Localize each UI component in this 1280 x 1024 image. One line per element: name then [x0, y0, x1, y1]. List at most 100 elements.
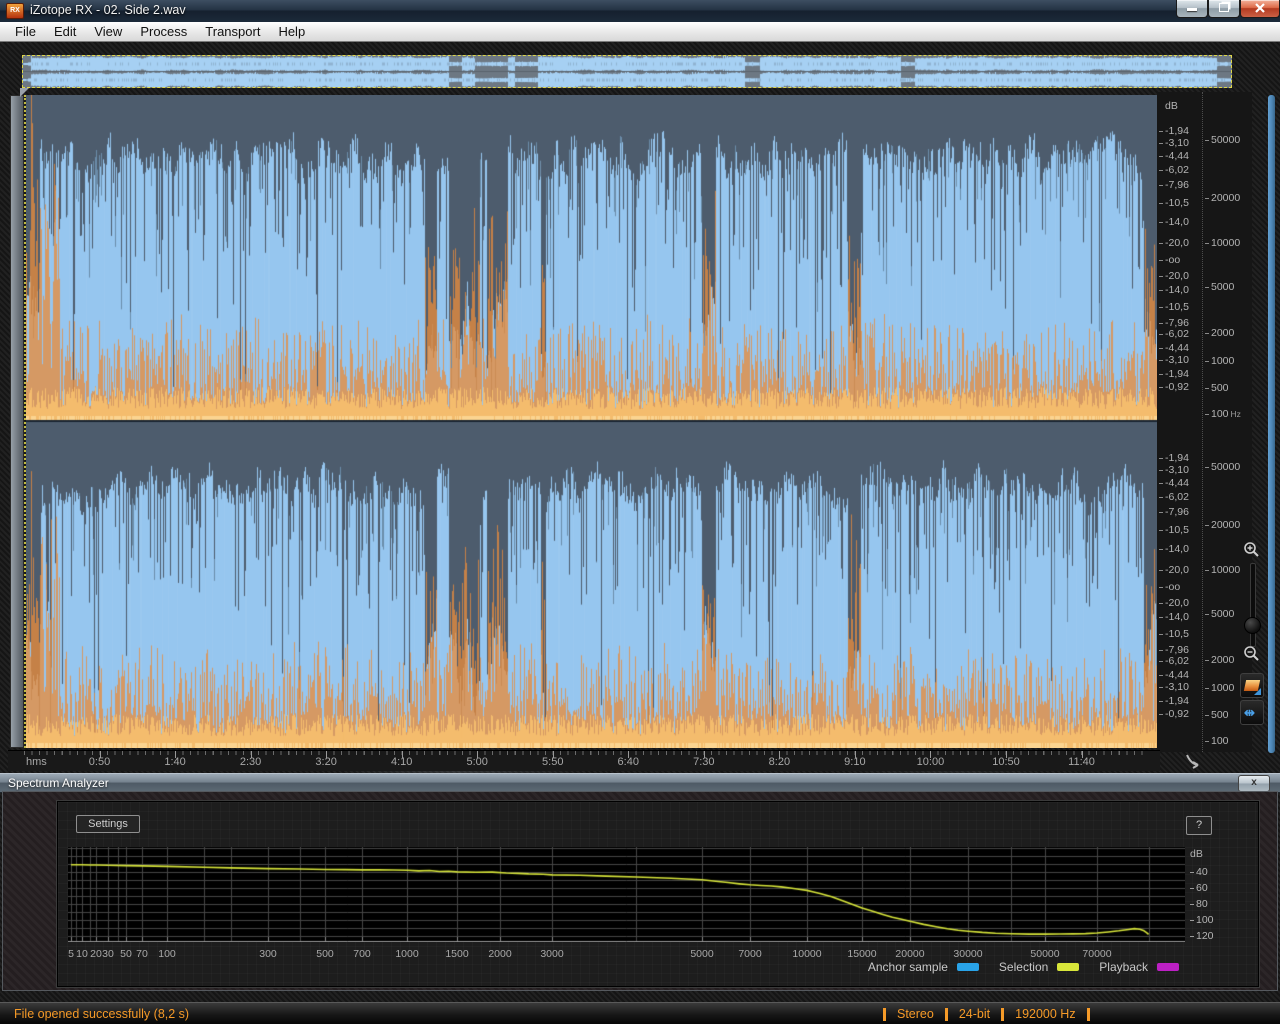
- status-bar: File opened successfully (8,2 s) Stereo 2…: [0, 1002, 1280, 1024]
- waveform-zoom-button[interactable]: ⇹: [1240, 700, 1264, 725]
- spectrum-freq-tick-label: 70000: [1082, 948, 1112, 960]
- spectrum-freq-tick-label: 20000: [895, 948, 925, 960]
- spectrum-freq-tick-label: 30: [102, 948, 114, 960]
- db-tick: [1159, 686, 1163, 688]
- db-tick-label: -6,02: [1159, 491, 1189, 503]
- spectrum-freq-tick-label: 2000: [488, 948, 512, 960]
- freq-tick: [1205, 139, 1209, 141]
- db-tick-label: -3,10: [1159, 464, 1189, 476]
- db-tick: [1159, 386, 1163, 388]
- menu-help[interactable]: Help: [269, 22, 314, 41]
- spectrum-db-tick-label: 100: [1190, 914, 1214, 926]
- db-tick-label: -10,5: [1159, 628, 1189, 640]
- spectrum-graph-canvas[interactable]: [68, 847, 1185, 942]
- freq-tick-label: 500: [1205, 382, 1229, 394]
- db-tick: [1159, 569, 1163, 571]
- db-tick: [1159, 511, 1163, 513]
- freq-tick-label: 2000: [1205, 327, 1234, 339]
- time-tick-label: 10:00: [916, 756, 945, 768]
- freq-tick: [1205, 332, 1209, 334]
- db-tick: [1159, 289, 1163, 291]
- db-tick: [1159, 713, 1163, 715]
- spectrum-freq-tick-label: 700: [353, 948, 371, 960]
- db-tick: [1159, 548, 1163, 550]
- minimize-button[interactable]: [1176, 0, 1208, 18]
- spectrum-freq-tick-label: 15000: [847, 948, 877, 960]
- menu-process[interactable]: Process: [131, 22, 196, 41]
- db-tick: [1159, 700, 1163, 702]
- spectrum-analyzer-titlebar[interactable]: Spectrum Analyzer: [0, 773, 1280, 793]
- freq-tick: [1205, 286, 1209, 288]
- db-tick: [1159, 633, 1163, 635]
- time-tick-label: 2:30: [239, 756, 262, 768]
- menu-edit[interactable]: Edit: [45, 22, 85, 41]
- zoom-in-icon[interactable]: [1242, 541, 1260, 559]
- legend-swatch: [1057, 963, 1080, 971]
- vertical-scrollbar[interactable]: [1268, 95, 1275, 753]
- help-button[interactable]: ?: [1186, 816, 1212, 835]
- db-tick-label: -3,10: [1159, 354, 1189, 366]
- db-tick-label: -0,92: [1159, 708, 1189, 720]
- db-tick-label: -14,0: [1159, 284, 1189, 296]
- legend-item: Anchor sample: [868, 960, 999, 974]
- db-tick: [1159, 275, 1163, 277]
- db-tick-label: -4,44: [1159, 669, 1189, 681]
- freq-tick: [1205, 466, 1209, 468]
- channel-handle-strip[interactable]: [10, 95, 24, 748]
- menu-file[interactable]: File: [6, 22, 45, 41]
- time-tick-label: 3:20: [315, 756, 337, 768]
- status-field: 192000 Hz: [1015, 1007, 1076, 1021]
- freq-tick: [1205, 687, 1209, 689]
- overview-strip[interactable]: [22, 55, 1232, 88]
- spectrum-freq-tick-label: 100: [158, 948, 176, 960]
- zoom-out-icon[interactable]: [1242, 645, 1260, 663]
- spectrogram-view-button[interactable]: [1240, 673, 1264, 698]
- spectrum-freq-tick-label: 5000: [690, 948, 714, 960]
- spectrogram-corner-icon: [1254, 688, 1261, 695]
- time-tick-label: 1:40: [164, 756, 186, 768]
- ruler-minor-ticks: [24, 751, 1144, 755]
- rx-app-icon[interactable]: RX: [6, 3, 24, 19]
- spectrum-freq-tick-label: 5: [68, 948, 74, 960]
- db-tick-label: -4,44: [1159, 477, 1189, 489]
- time-tick-label: 10:50: [992, 756, 1020, 768]
- settings-button[interactable]: Settings: [76, 815, 140, 833]
- time-tick-label: 4:10: [390, 756, 413, 768]
- time-ruler[interactable]: hms 0:50 1:40 2:30 3:20 4:10 5:00 5:50 6:40 7:30…: [8, 750, 1160, 771]
- freq-tick: [1205, 714, 1209, 716]
- spectrum-close-button[interactable]: x: [1238, 775, 1270, 792]
- db-tick: [1159, 322, 1163, 324]
- db-scale-header: dB: [1165, 100, 1178, 113]
- db-tick-label: -20,0: [1159, 597, 1189, 609]
- db-tick-label: -0,92: [1159, 381, 1189, 393]
- spectrum-db-tick: [1190, 935, 1194, 937]
- freq-tick: [1205, 613, 1209, 615]
- restore-button[interactable]: [1208, 0, 1240, 18]
- spectrogram-waveform-canvas[interactable]: [26, 95, 1157, 748]
- db-tick: [1159, 660, 1163, 662]
- time-tick-label: 11:40: [1068, 756, 1095, 768]
- db-tick-label: -oo: [1159, 254, 1180, 266]
- spectrum-analyzer-body: Settings ? Anchor sample Selection Playbac…: [57, 801, 1259, 987]
- freq-tick: [1205, 242, 1209, 244]
- status-field: 24-bit: [958, 1007, 991, 1021]
- menu-view[interactable]: View: [85, 22, 131, 41]
- freq-tick-label: 2000: [1205, 654, 1234, 666]
- close-button[interactable]: [1240, 0, 1280, 18]
- db-tick-label: -10,5: [1159, 301, 1189, 313]
- freq-tick: [1205, 197, 1209, 199]
- db-tick-label: -7,96: [1159, 506, 1189, 518]
- menu-transport[interactable]: Transport: [196, 22, 269, 41]
- spectrum-freq-tick-label: 500: [316, 948, 334, 960]
- db-tick: [1159, 649, 1163, 651]
- time-tick-label: 7:30: [693, 756, 715, 768]
- zoom-slider[interactable]: [1250, 563, 1256, 647]
- freq-tick-label: 5000: [1205, 281, 1234, 293]
- db-tick-label: -14,0: [1159, 216, 1189, 228]
- resize-handle-icon[interactable]: [1183, 752, 1203, 770]
- scale-divider: [1202, 92, 1203, 752]
- db-tick-label: -10,5: [1159, 524, 1189, 536]
- db-tick: [1159, 242, 1163, 244]
- overview-waveform-canvas[interactable]: [23, 56, 1231, 87]
- zoom-slider-thumb[interactable]: [1244, 617, 1261, 634]
